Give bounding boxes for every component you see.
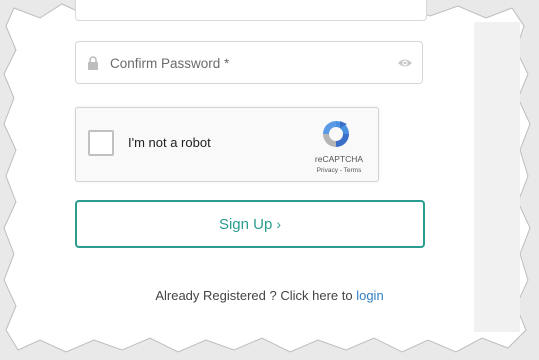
sign-up-button[interactable]: Sign Up ›: [75, 200, 425, 248]
recaptcha-label: I'm not a robot: [128, 135, 211, 150]
confirm-password-input[interactable]: [110, 50, 380, 76]
right-side-panel: [474, 22, 520, 332]
recaptcha-brand: reCAPTCHA: [314, 154, 364, 164]
recaptcha-privacy-terms[interactable]: Privacy - Terms: [306, 167, 372, 174]
already-registered-line: Already Registered ? Click here to login: [0, 288, 539, 303]
chevron-right-icon: ›: [276, 216, 282, 232]
recaptcha-checkbox[interactable]: [88, 130, 114, 156]
lock-icon: [88, 56, 98, 70]
eye-icon[interactable]: [397, 57, 413, 69]
confirm-password-field[interactable]: [75, 41, 423, 84]
login-link[interactable]: login: [356, 288, 383, 303]
previous-field-edge: [75, 0, 427, 21]
recaptcha-logo-icon: [323, 121, 349, 147]
already-registered-text: Already Registered ? Click here to: [155, 288, 357, 303]
sign-up-label: Sign Up: [218, 215, 273, 233]
recaptcha-widget: I'm not a robot reCAPTCHA Privacy - Term…: [75, 107, 379, 182]
